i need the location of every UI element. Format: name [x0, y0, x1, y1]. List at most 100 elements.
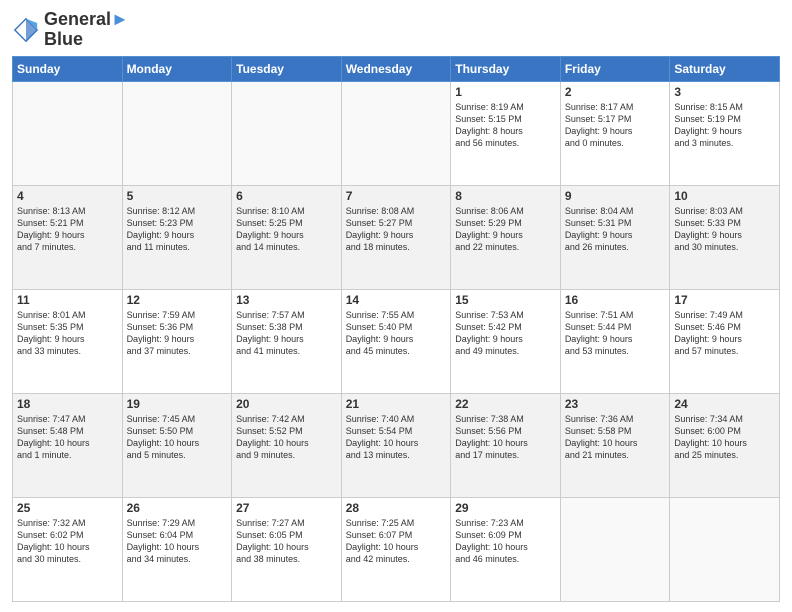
- calendar-week-row: 4 Sunrise: 8:13 AMSunset: 5:21 PMDaylight…: [13, 185, 780, 289]
- day-info: Sunrise: 7:49 AMSunset: 5:46 PMDaylight:…: [674, 309, 775, 358]
- day-info: Sunrise: 8:17 AMSunset: 5:17 PMDaylight:…: [565, 101, 666, 150]
- day-number: 9: [565, 189, 666, 203]
- day-info: Sunrise: 7:55 AMSunset: 5:40 PMDaylight:…: [346, 309, 447, 358]
- calendar-cell: 22 Sunrise: 7:38 AMSunset: 5:56 PMDayligh…: [451, 393, 561, 497]
- day-number: 3: [674, 85, 775, 99]
- day-info: Sunrise: 8:10 AMSunset: 5:25 PMDaylight:…: [236, 205, 337, 254]
- day-info: Sunrise: 7:29 AMSunset: 6:04 PMDaylight:…: [127, 517, 228, 566]
- weekday-header: Saturday: [670, 56, 780, 81]
- day-info: Sunrise: 8:06 AMSunset: 5:29 PMDaylight:…: [455, 205, 556, 254]
- day-number: 5: [127, 189, 228, 203]
- day-number: 14: [346, 293, 447, 307]
- calendar-cell: 27 Sunrise: 7:27 AMSunset: 6:05 PMDayligh…: [232, 497, 342, 601]
- calendar-week-row: 25Sunrise: 7:32 AMSunset: 6:02 PMDayligh…: [13, 497, 780, 601]
- day-number: 8: [455, 189, 556, 203]
- day-info: Sunrise: 8:15 AMSunset: 5:19 PMDaylight:…: [674, 101, 775, 150]
- calendar-cell: 16 Sunrise: 7:51 AMSunset: 5:44 PMDayligh…: [560, 289, 670, 393]
- calendar-week-row: 1 Sunrise: 8:19 AMSunset: 5:15 PMDaylight…: [13, 81, 780, 185]
- logo-text: General► Blue: [44, 10, 129, 50]
- weekday-header: Sunday: [13, 56, 123, 81]
- calendar-cell: 10 Sunrise: 8:03 AMSunset: 5:33 PMDayligh…: [670, 185, 780, 289]
- weekday-header: Wednesday: [341, 56, 451, 81]
- day-number: 1: [455, 85, 556, 99]
- calendar-cell: [232, 81, 342, 185]
- calendar-cell: 23 Sunrise: 7:36 AMSunset: 5:58 PMDayligh…: [560, 393, 670, 497]
- calendar-cell: 14 Sunrise: 7:55 AMSunset: 5:40 PMDayligh…: [341, 289, 451, 393]
- day-info: Sunrise: 7:38 AMSunset: 5:56 PMDaylight:…: [455, 413, 556, 462]
- day-number: 12: [127, 293, 228, 307]
- day-info: Sunrise: 8:12 AMSunset: 5:23 PMDaylight:…: [127, 205, 228, 254]
- day-number: 6: [236, 189, 337, 203]
- day-number: 28: [346, 501, 447, 515]
- calendar-cell: 25Sunrise: 7:32 AMSunset: 6:02 PMDayligh…: [13, 497, 123, 601]
- page: General► Blue SundayMondayTuesdayWednesd…: [0, 0, 792, 612]
- calendar-cell: 28 Sunrise: 7:25 AMSunset: 6:07 PMDayligh…: [341, 497, 451, 601]
- calendar-header-row: SundayMondayTuesdayWednesdayThursdayFrid…: [13, 56, 780, 81]
- day-number: 10: [674, 189, 775, 203]
- calendar-cell: 20Sunrise: 7:42 AMSunset: 5:52 PMDayligh…: [232, 393, 342, 497]
- day-number: 11: [17, 293, 118, 307]
- day-info: Sunrise: 7:51 AMSunset: 5:44 PMDaylight:…: [565, 309, 666, 358]
- calendar-cell: 12 Sunrise: 7:59 AMSunset: 5:36 PMDayligh…: [122, 289, 232, 393]
- calendar-cell: 5 Sunrise: 8:12 AMSunset: 5:23 PMDaylight…: [122, 185, 232, 289]
- logo: General► Blue: [12, 10, 129, 50]
- day-info: Sunrise: 8:01 AMSunset: 5:35 PMDaylight:…: [17, 309, 118, 358]
- calendar-cell: 19 Sunrise: 7:45 AMSunset: 5:50 PMDayligh…: [122, 393, 232, 497]
- day-number: 2: [565, 85, 666, 99]
- day-info: Sunrise: 7:47 AMSunset: 5:48 PMDaylight:…: [17, 413, 118, 462]
- day-number: 27: [236, 501, 337, 515]
- day-number: 4: [17, 189, 118, 203]
- calendar-cell: 24 Sunrise: 7:34 AMSunset: 6:00 PMDayligh…: [670, 393, 780, 497]
- calendar-cell: 9 Sunrise: 8:04 AMSunset: 5:31 PMDaylight…: [560, 185, 670, 289]
- header: General► Blue: [12, 10, 780, 50]
- day-info: Sunrise: 7:27 AMSunset: 6:05 PMDaylight:…: [236, 517, 337, 566]
- weekday-header: Thursday: [451, 56, 561, 81]
- day-info: Sunrise: 8:04 AMSunset: 5:31 PMDaylight:…: [565, 205, 666, 254]
- day-number: 21: [346, 397, 447, 411]
- calendar-cell: 17 Sunrise: 7:49 AMSunset: 5:46 PMDayligh…: [670, 289, 780, 393]
- calendar-cell: 6 Sunrise: 8:10 AMSunset: 5:25 PMDaylight…: [232, 185, 342, 289]
- calendar-cell: 1 Sunrise: 8:19 AMSunset: 5:15 PMDaylight…: [451, 81, 561, 185]
- day-number: 29: [455, 501, 556, 515]
- calendar-cell: 26Sunrise: 7:29 AMSunset: 6:04 PMDayligh…: [122, 497, 232, 601]
- calendar-cell: 29 Sunrise: 7:23 AMSunset: 6:09 PMDayligh…: [451, 497, 561, 601]
- calendar-cell: 7Sunrise: 8:08 AMSunset: 5:27 PMDaylight…: [341, 185, 451, 289]
- calendar-cell: 15Sunrise: 7:53 AMSunset: 5:42 PMDayligh…: [451, 289, 561, 393]
- calendar-cell: 18 Sunrise: 7:47 AMSunset: 5:48 PMDayligh…: [13, 393, 123, 497]
- day-info: Sunrise: 7:45 AMSunset: 5:50 PMDaylight:…: [127, 413, 228, 462]
- day-number: 20: [236, 397, 337, 411]
- day-number: 23: [565, 397, 666, 411]
- calendar-cell: 8 Sunrise: 8:06 AMSunset: 5:29 PMDaylight…: [451, 185, 561, 289]
- day-info: Sunrise: 7:23 AMSunset: 6:09 PMDaylight:…: [455, 517, 556, 566]
- day-number: 18: [17, 397, 118, 411]
- calendar-cell: 2 Sunrise: 8:17 AMSunset: 5:17 PMDaylight…: [560, 81, 670, 185]
- day-info: Sunrise: 7:59 AMSunset: 5:36 PMDaylight:…: [127, 309, 228, 358]
- weekday-header: Friday: [560, 56, 670, 81]
- day-info: Sunrise: 7:34 AMSunset: 6:00 PMDaylight:…: [674, 413, 775, 462]
- calendar-week-row: 18 Sunrise: 7:47 AMSunset: 5:48 PMDayligh…: [13, 393, 780, 497]
- day-info: Sunrise: 8:08 AMSunset: 5:27 PMDaylight:…: [346, 205, 447, 254]
- day-number: 24: [674, 397, 775, 411]
- day-info: Sunrise: 8:13 AMSunset: 5:21 PMDaylight:…: [17, 205, 118, 254]
- day-info: Sunrise: 8:19 AMSunset: 5:15 PMDaylight:…: [455, 101, 556, 150]
- calendar-cell: 3 Sunrise: 8:15 AMSunset: 5:19 PMDaylight…: [670, 81, 780, 185]
- calendar-table: SundayMondayTuesdayWednesdayThursdayFrid…: [12, 56, 780, 602]
- calendar-cell: [13, 81, 123, 185]
- day-number: 19: [127, 397, 228, 411]
- day-info: Sunrise: 8:03 AMSunset: 5:33 PMDaylight:…: [674, 205, 775, 254]
- day-info: Sunrise: 7:40 AMSunset: 5:54 PMDaylight:…: [346, 413, 447, 462]
- calendar-cell: 4 Sunrise: 8:13 AMSunset: 5:21 PMDaylight…: [13, 185, 123, 289]
- calendar-cell: [122, 81, 232, 185]
- day-info: Sunrise: 7:32 AMSunset: 6:02 PMDaylight:…: [17, 517, 118, 566]
- weekday-header: Monday: [122, 56, 232, 81]
- logo-icon: [12, 16, 40, 44]
- day-info: Sunrise: 7:57 AMSunset: 5:38 PMDaylight:…: [236, 309, 337, 358]
- day-number: 15: [455, 293, 556, 307]
- day-number: 17: [674, 293, 775, 307]
- day-number: 16: [565, 293, 666, 307]
- day-info: Sunrise: 7:36 AMSunset: 5:58 PMDaylight:…: [565, 413, 666, 462]
- calendar-cell: [670, 497, 780, 601]
- day-number: 22: [455, 397, 556, 411]
- calendar-cell: 11 Sunrise: 8:01 AMSunset: 5:35 PMDayligh…: [13, 289, 123, 393]
- day-info: Sunrise: 7:25 AMSunset: 6:07 PMDaylight:…: [346, 517, 447, 566]
